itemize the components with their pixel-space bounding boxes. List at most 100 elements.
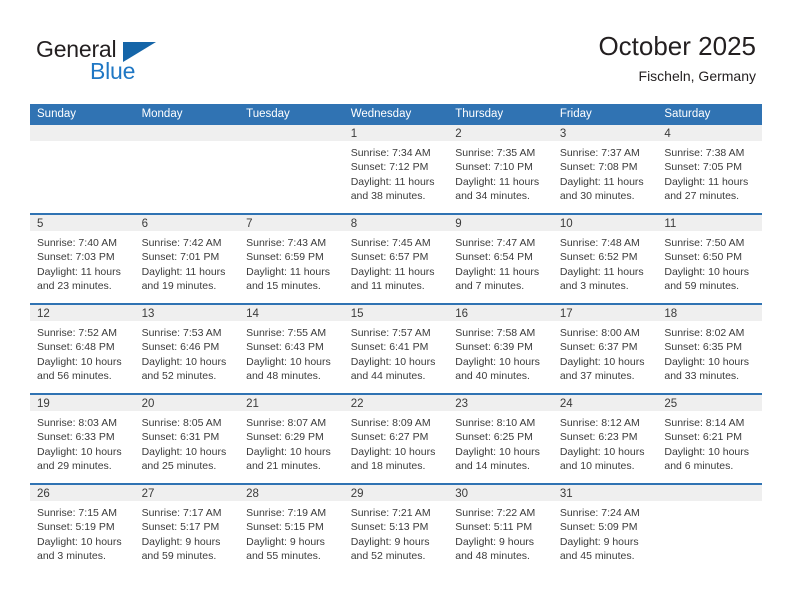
sunset-text: Sunset: 7:01 PM bbox=[141, 251, 220, 264]
sunset-text: Sunset: 6:50 PM bbox=[664, 251, 743, 264]
sunrise-text: Sunrise: 8:12 AM bbox=[559, 417, 640, 429]
calendar-day-cell[interactable]: 13 Sunrise: 7:53 AM Sunset: 6:46 PM Dayligh… bbox=[134, 304, 240, 395]
sunset-text: Sunset: 7:03 PM bbox=[37, 251, 115, 264]
title-block: October 2025 Fischeln, Germany bbox=[598, 30, 756, 86]
daylight-text: Daylight: 11 hours bbox=[455, 265, 540, 278]
daylight-text: Daylight: 10 hours bbox=[455, 445, 540, 458]
sunset-text: Sunset: 5:19 PM bbox=[37, 521, 115, 534]
daylight-text: Daylight: 9 hours bbox=[246, 535, 325, 548]
calendar-day-cell[interactable]: 3 Sunrise: 7:37 AM Sunset: 7:08 PM Daylight… bbox=[552, 125, 658, 215]
calendar-day-cell[interactable]: 26 Sunrise: 7:15 AM Sunset: 5:19 PM Dayligh… bbox=[30, 484, 135, 573]
calendar-day-cell[interactable]: 8 Sunrise: 7:45 AM Sunset: 6:57 PM Daylight… bbox=[343, 214, 449, 305]
daylight-text-cont: and 55 minutes. bbox=[246, 550, 321, 563]
sunrise-text: Sunrise: 7:45 AM bbox=[350, 237, 431, 249]
day-number: 9 bbox=[448, 215, 553, 231]
page-header: General Blue October 2025 Fischeln, Germ… bbox=[0, 0, 792, 103]
calendar-day-cell[interactable]: 5 Sunrise: 7:40 AM Sunset: 7:03 PM Daylight… bbox=[30, 214, 135, 305]
day-sun-info: Sunrise: 7:42 AM Sunset: 7:01 PM Daylight:… bbox=[135, 231, 240, 294]
general-blue-logo[interactable]: General Blue bbox=[36, 36, 236, 88]
daylight-text: Daylight: 10 hours bbox=[246, 445, 331, 458]
sunset-text: Sunset: 7:08 PM bbox=[559, 161, 638, 174]
calendar-day-cell[interactable]: 25 Sunrise: 8:14 AM Sunset: 6:21 PM Dayligh… bbox=[657, 394, 762, 485]
day-number: 7 bbox=[239, 215, 344, 231]
calendar-day-cell[interactable]: 21 Sunrise: 8:07 AM Sunset: 6:29 PM Dayligh… bbox=[239, 394, 344, 485]
month-calendar-table: Sunday Monday Tuesday Wednesday Thursday… bbox=[30, 104, 762, 573]
daylight-text-cont: and 48 minutes. bbox=[455, 550, 530, 563]
sunset-text: Sunset: 7:12 PM bbox=[350, 161, 429, 174]
sunset-text: Sunset: 6:21 PM bbox=[664, 431, 743, 444]
calendar-day-cell[interactable]: 22 Sunrise: 8:09 AM Sunset: 6:27 PM Dayligh… bbox=[343, 394, 449, 485]
daylight-text-cont: and 10 minutes. bbox=[559, 460, 635, 473]
calendar-day-cell[interactable]: 12 Sunrise: 7:52 AM Sunset: 6:48 PM Dayligh… bbox=[30, 304, 135, 395]
calendar-day-cell[interactable]: 28 Sunrise: 7:19 AM Sunset: 5:15 PM Dayligh… bbox=[239, 484, 344, 573]
calendar-day-cell[interactable]: 27 Sunrise: 7:17 AM Sunset: 5:17 PM Dayligh… bbox=[134, 484, 240, 573]
calendar-day-cell[interactable]: 4 Sunrise: 7:38 AM Sunset: 7:05 PM Daylight… bbox=[657, 125, 762, 215]
day-number: 22 bbox=[343, 395, 449, 411]
calendar-day-cell[interactable]: 19 Sunrise: 8:03 AM Sunset: 6:33 PM Dayligh… bbox=[30, 394, 135, 485]
calendar-day-cell[interactable]: 31 Sunrise: 7:24 AM Sunset: 5:09 PM Dayligh… bbox=[552, 484, 658, 573]
calendar-day-cell[interactable]: 30 Sunrise: 7:22 AM Sunset: 5:11 PM Dayligh… bbox=[448, 484, 553, 573]
daylight-text: Daylight: 10 hours bbox=[455, 355, 540, 368]
calendar-empty-cell bbox=[134, 125, 240, 215]
calendar-week-row: 26 Sunrise: 7:15 AM Sunset: 5:19 PM Dayligh… bbox=[30, 484, 762, 573]
sunset-text: Sunset: 7:05 PM bbox=[664, 161, 743, 174]
sunset-text: Sunset: 6:54 PM bbox=[455, 251, 533, 264]
calendar-day-cell[interactable]: 20 Sunrise: 8:05 AM Sunset: 6:31 PM Dayligh… bbox=[134, 394, 240, 485]
daylight-text: Daylight: 10 hours bbox=[141, 445, 227, 458]
day-number bbox=[239, 125, 344, 141]
day-sun-info: Sunrise: 8:02 AM Sunset: 6:35 PM Daylight:… bbox=[657, 321, 762, 384]
sunset-text: Sunset: 6:43 PM bbox=[246, 341, 324, 354]
day-number: 26 bbox=[30, 485, 135, 501]
day-number: 30 bbox=[448, 485, 553, 501]
calendar-day-cell[interactable]: 1 Sunrise: 7:34 AM Sunset: 7:12 PM Daylight… bbox=[343, 125, 449, 215]
day-number: 11 bbox=[657, 215, 762, 231]
calendar-day-cell[interactable]: 29 Sunrise: 7:21 AM Sunset: 5:13 PM Dayligh… bbox=[343, 484, 449, 573]
calendar-day-cell[interactable]: 11 Sunrise: 7:50 AM Sunset: 6:50 PM Dayligh… bbox=[657, 214, 762, 305]
daylight-text: Daylight: 10 hours bbox=[559, 445, 645, 458]
daylight-text: Daylight: 10 hours bbox=[559, 355, 645, 368]
day-sun-info: Sunrise: 7:17 AM Sunset: 5:17 PM Daylight:… bbox=[135, 501, 240, 564]
calendar-day-cell[interactable]: 14 Sunrise: 7:55 AM Sunset: 6:43 PM Dayligh… bbox=[239, 304, 344, 395]
day-sun-info: Sunrise: 7:55 AM Sunset: 6:43 PM Daylight:… bbox=[239, 321, 344, 384]
calendar-day-cell[interactable]: 9 Sunrise: 7:47 AM Sunset: 6:54 PM Daylight… bbox=[448, 214, 553, 305]
calendar-day-cell[interactable]: 23 Sunrise: 8:10 AM Sunset: 6:25 PM Dayligh… bbox=[448, 394, 553, 485]
sunrise-text: Sunrise: 7:38 AM bbox=[664, 147, 745, 159]
calendar-week-row: 5 Sunrise: 7:40 AM Sunset: 7:03 PM Daylight… bbox=[30, 214, 762, 305]
sunrise-text: Sunrise: 7:55 AM bbox=[246, 327, 327, 339]
dow-header-tuesday: Tuesday bbox=[239, 104, 344, 125]
calendar-day-cell[interactable]: 15 Sunrise: 7:57 AM Sunset: 6:41 PM Dayligh… bbox=[343, 304, 449, 395]
calendar-day-cell[interactable]: 18 Sunrise: 8:02 AM Sunset: 6:35 PM Dayligh… bbox=[657, 304, 762, 395]
calendar-day-cell[interactable]: 7 Sunrise: 7:43 AM Sunset: 6:59 PM Daylight… bbox=[239, 214, 344, 305]
day-sun-info: Sunrise: 8:12 AM Sunset: 6:23 PM Daylight:… bbox=[553, 411, 658, 474]
sunrise-text: Sunrise: 8:02 AM bbox=[664, 327, 745, 339]
sunrise-text: Sunrise: 7:35 AM bbox=[455, 147, 536, 159]
calendar-day-cell[interactable]: 2 Sunrise: 7:35 AM Sunset: 7:10 PM Daylight… bbox=[448, 125, 553, 215]
calendar-week-row: 1 Sunrise: 7:34 AM Sunset: 7:12 PM Daylight… bbox=[30, 125, 762, 215]
calendar-day-cell[interactable]: 6 Sunrise: 7:42 AM Sunset: 7:01 PM Daylight… bbox=[134, 214, 240, 305]
daylight-text: Daylight: 10 hours bbox=[664, 355, 750, 368]
calendar-day-cell[interactable]: 24 Sunrise: 8:12 AM Sunset: 6:23 PM Dayligh… bbox=[552, 394, 658, 485]
daylight-text: Daylight: 11 hours bbox=[559, 265, 644, 278]
sunset-text: Sunset: 6:39 PM bbox=[455, 341, 533, 354]
day-number: 17 bbox=[552, 305, 658, 321]
calendar-body: 1 Sunrise: 7:34 AM Sunset: 7:12 PM Daylight… bbox=[30, 125, 762, 573]
day-sun-info: Sunrise: 8:10 AM Sunset: 6:25 PM Daylight:… bbox=[448, 411, 553, 474]
daylight-text: Daylight: 9 hours bbox=[559, 535, 639, 548]
day-sun-info: Sunrise: 7:24 AM Sunset: 5:09 PM Daylight:… bbox=[553, 501, 658, 564]
daylight-text-cont: and 45 minutes. bbox=[559, 550, 635, 563]
sunrise-text: Sunrise: 7:22 AM bbox=[455, 507, 536, 519]
day-sun-info: Sunrise: 7:35 AM Sunset: 7:10 PM Daylight:… bbox=[448, 141, 553, 204]
sunset-text: Sunset: 5:11 PM bbox=[455, 521, 533, 534]
calendar-day-cell[interactable]: 17 Sunrise: 8:00 AM Sunset: 6:37 PM Dayligh… bbox=[552, 304, 658, 395]
sunrise-text: Sunrise: 7:57 AM bbox=[350, 327, 431, 339]
calendar-day-cell[interactable]: 10 Sunrise: 7:48 AM Sunset: 6:52 PM Dayligh… bbox=[552, 214, 658, 305]
dow-header-saturday: Saturday bbox=[657, 104, 762, 125]
sunset-text: Sunset: 6:29 PM bbox=[246, 431, 324, 444]
sunset-text: Sunset: 6:23 PM bbox=[559, 431, 638, 444]
daylight-text-cont: and 29 minutes. bbox=[37, 460, 112, 473]
calendar-day-cell[interactable]: 16 Sunrise: 7:58 AM Sunset: 6:39 PM Dayligh… bbox=[448, 304, 553, 395]
daylight-text: Daylight: 11 hours bbox=[141, 265, 226, 278]
sunrise-text: Sunrise: 7:37 AM bbox=[559, 147, 640, 159]
calendar-empty-cell bbox=[657, 484, 762, 573]
day-number: 12 bbox=[30, 305, 135, 321]
